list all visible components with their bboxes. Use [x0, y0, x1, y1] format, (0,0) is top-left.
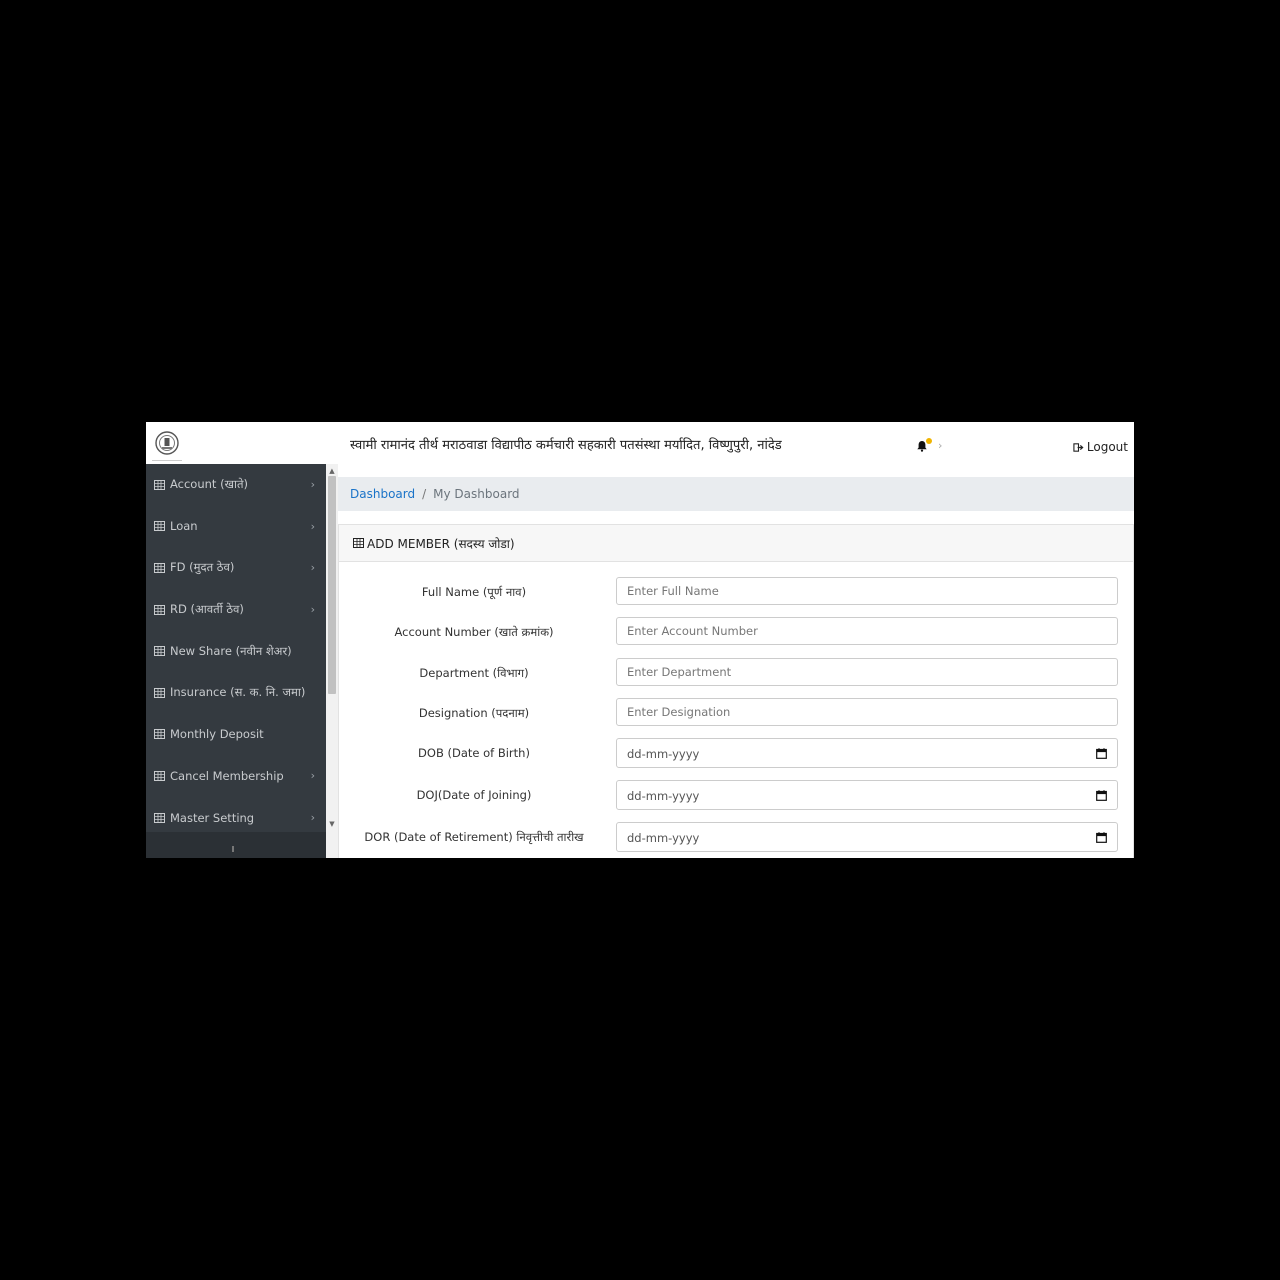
- table-icon: [154, 521, 165, 532]
- account-number-label: Account Number (खाते क्रमांक): [394, 625, 554, 639]
- sidebar-item-label: Master Setting: [170, 810, 255, 825]
- scroll-up-arrow-icon[interactable]: ▲: [326, 466, 338, 476]
- account-number-input[interactable]: [616, 617, 1118, 645]
- sidebar-item-label: Cancel Membership: [170, 768, 284, 783]
- dob-label: DOB (Date of Birth): [418, 746, 530, 760]
- calendar-icon[interactable]: [1096, 790, 1107, 801]
- sidebar-item-label: RD (आवर्ती ठेव): [170, 602, 244, 617]
- table-icon: [353, 538, 364, 548]
- full-name-label: Full Name (पूर्ण नाव): [421, 585, 527, 599]
- calendar-icon[interactable]: [1096, 832, 1107, 843]
- sidebar-item-label: Account (खाते): [170, 477, 249, 492]
- calendar-icon[interactable]: [1096, 748, 1107, 759]
- sidebar-item-insurance[interactable]: Insurance (स. क. नि. जमा): [146, 672, 326, 714]
- notification-badge: [926, 438, 932, 444]
- chevron-right-icon: ›: [310, 602, 315, 616]
- scroll-down-arrow-icon[interactable]: ▼: [326, 819, 338, 829]
- sidebar-item-label: FD (मुदत ठेव): [170, 560, 235, 575]
- table-icon: [154, 646, 165, 657]
- card-header: ADD MEMBER (सदस्य जोडा): [339, 525, 1133, 562]
- doj-date-value: dd-mm-yyyy: [627, 789, 700, 803]
- chevron-right-icon: ›: [310, 769, 315, 783]
- breadcrumb-current: My Dashboard: [433, 487, 520, 501]
- form-row-department: Department (विभाग): [339, 658, 1134, 688]
- designation-label: Designation (पदनाम): [418, 706, 530, 720]
- top-header: स्वामी रामानंद तीर्थ मराठवाडा विद्यापीठ …: [146, 422, 1134, 464]
- form-row-dob: DOB (Date of Birth) dd-mm-yyyy: [339, 738, 1134, 768]
- sidebar-item-fd[interactable]: FD (मुदत ठेव) ›: [146, 547, 326, 589]
- sidebar-item-account[interactable]: Account (खाते) ›: [146, 464, 326, 506]
- scrollbar-thumb[interactable]: [328, 476, 336, 694]
- form-row-doj: DOJ(Date of Joining) dd-mm-yyyy: [339, 780, 1134, 810]
- sign-out-icon: [1073, 442, 1084, 452]
- table-icon: [154, 562, 165, 573]
- sidebar-item-label: Insurance (स. क. नि. जमा): [170, 685, 306, 700]
- sidebar-toggle-handle[interactable]: [232, 846, 234, 852]
- logout-label: Logout: [1086, 440, 1128, 454]
- form-row-designation: Designation (पदनाम): [339, 698, 1134, 728]
- doj-label: DOJ(Date of Joining): [416, 788, 532, 802]
- dor-label: DOR (Date of Retirement) निवृत्तीची तारी…: [364, 830, 584, 844]
- form-row-account-number: Account Number (खाते क्रमांक): [339, 617, 1134, 647]
- table-icon: [154, 770, 165, 781]
- sidebar-item-label: New Share (नवीन शेअर): [170, 643, 292, 658]
- form-row-dor: DOR (Date of Retirement) निवृत्तीची तारी…: [339, 822, 1134, 852]
- emblem-icon: [155, 431, 179, 455]
- table-icon: [154, 729, 165, 740]
- sidebar-item-rd[interactable]: RD (आवर्ती ठेव) ›: [146, 589, 326, 631]
- sidebar-footer: [146, 832, 326, 858]
- notification-chevron-icon[interactable]: ›: [938, 439, 942, 452]
- logout-button[interactable]: Logout: [1073, 440, 1128, 454]
- card-title: ADD MEMBER (सदस्य जोडा): [367, 536, 515, 551]
- full-name-input[interactable]: [616, 577, 1118, 605]
- chevron-right-icon: ›: [310, 810, 315, 824]
- department-input[interactable]: [616, 658, 1118, 686]
- breadcrumb: Dashboard / My Dashboard: [338, 477, 1134, 511]
- sidebar-item-new-share[interactable]: New Share (नवीन शेअर): [146, 630, 326, 672]
- chevron-right-icon: ›: [310, 561, 315, 575]
- table-icon: [154, 687, 165, 698]
- sidebar-item-monthly-deposit[interactable]: Monthly Deposit: [146, 714, 326, 756]
- organization-title: स्वामी रामानंद तीर्थ मराठवाडा विद्यापीठ …: [350, 438, 782, 453]
- dor-date-value: dd-mm-yyyy: [627, 831, 700, 845]
- sidebar-item-cancel-membership[interactable]: Cancel Membership ›: [146, 755, 326, 797]
- breadcrumb-dashboard-link[interactable]: Dashboard: [350, 487, 415, 501]
- designation-input[interactable]: [616, 698, 1118, 726]
- chevron-right-icon: ›: [310, 519, 315, 533]
- dob-date-value: dd-mm-yyyy: [627, 747, 700, 761]
- sidebar-item-loan[interactable]: Loan ›: [146, 506, 326, 548]
- sidebar-item-label: Loan: [170, 519, 198, 534]
- department-label: Department (विभाग): [419, 666, 529, 680]
- app-window: स्वामी रामानंद तीर्थ मराठवाडा विद्यापीठ …: [146, 422, 1134, 858]
- table-icon: [154, 604, 165, 615]
- dob-date-input[interactable]: dd-mm-yyyy: [616, 738, 1118, 768]
- dor-date-input[interactable]: dd-mm-yyyy: [616, 822, 1118, 852]
- sidebar-scrollbar[interactable]: ▲ ▼: [326, 464, 338, 858]
- form-row-full-name: Full Name (पूर्ण नाव): [339, 577, 1134, 607]
- table-icon: [154, 812, 165, 823]
- sidebar: Account (खाते) › Loan › FD (मुदत ठेव) › …: [146, 464, 326, 858]
- chevron-right-icon: ›: [310, 478, 315, 491]
- org-logo[interactable]: [152, 430, 182, 461]
- sidebar-item-label: Monthly Deposit: [170, 727, 264, 742]
- table-icon: [154, 479, 165, 490]
- breadcrumb-separator: /: [422, 487, 427, 501]
- doj-date-input[interactable]: dd-mm-yyyy: [616, 780, 1118, 810]
- add-member-card: ADD MEMBER (सदस्य जोडा) Full Name (पूर्ण…: [338, 524, 1134, 858]
